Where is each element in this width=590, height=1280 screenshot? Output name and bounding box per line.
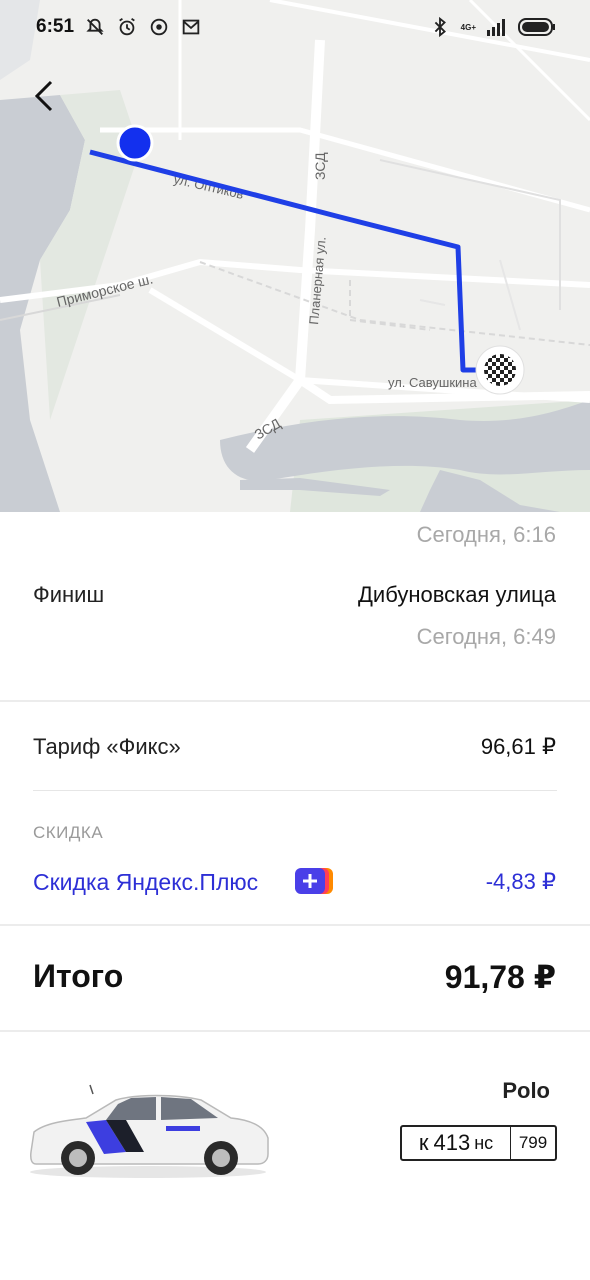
divider	[33, 790, 557, 791]
finish-label: Финиш	[33, 582, 105, 607]
finish-time: Сегодня, 6:49	[416, 624, 556, 649]
discount-label: Скидка Яндекс.Плюс	[33, 869, 259, 895]
status-time: 6:51	[36, 16, 75, 37]
plate-letter: к	[418, 1130, 429, 1155]
license-plate: к 413 нс 799	[400, 1125, 557, 1161]
yandex-plus-icon	[295, 868, 333, 894]
total-value: 91,78 ₽	[444, 959, 556, 995]
discount-caption: СКИДКА	[33, 823, 104, 842]
map-canvas: ул. Оптиков ЗСД Планерная ул. Приморское…	[0, 0, 590, 512]
plate-number: 413	[433, 1130, 471, 1155]
battery-icon	[518, 18, 555, 36]
tariff-label: Тариф «Фикс»	[33, 734, 181, 759]
divider	[0, 1030, 590, 1032]
network-type: 4G+	[460, 22, 476, 32]
divider	[0, 700, 590, 702]
bluetooth-icon	[434, 16, 446, 38]
total-label: Итого	[33, 958, 124, 994]
plate-region: 799	[518, 1133, 548, 1152]
finish-address: Дибуновская улица	[358, 582, 556, 607]
chevron-left-icon	[34, 80, 53, 112]
status-bar: 6:51 4G+	[0, 0, 590, 54]
mail-icon	[182, 19, 200, 35]
street-label: ЗСД	[312, 152, 328, 180]
car-model: Polo	[502, 1078, 550, 1103]
route-line	[89, 149, 490, 373]
discount-value: -4,83 ₽	[485, 869, 556, 894]
plate-suffix: нс	[474, 1132, 494, 1153]
start-time: Сегодня, 6:16	[416, 522, 556, 547]
finish-flag-icon	[475, 345, 525, 395]
alarm-icon	[119, 17, 135, 36]
plate-main: к 413 нс	[402, 1127, 511, 1159]
mute-bell-icon	[86, 18, 104, 35]
divider	[0, 924, 590, 926]
car-image	[30, 1084, 269, 1178]
street-label: ул. Савушкина	[388, 375, 477, 390]
route-map[interactable]: ул. Оптиков ЗСД Планерная ул. Приморское…	[0, 0, 590, 512]
start-marker	[116, 124, 154, 162]
app-icon	[150, 18, 168, 36]
signal-icon	[487, 19, 505, 36]
tariff-value: 96,61 ₽	[480, 734, 556, 759]
back-button[interactable]	[22, 74, 66, 118]
